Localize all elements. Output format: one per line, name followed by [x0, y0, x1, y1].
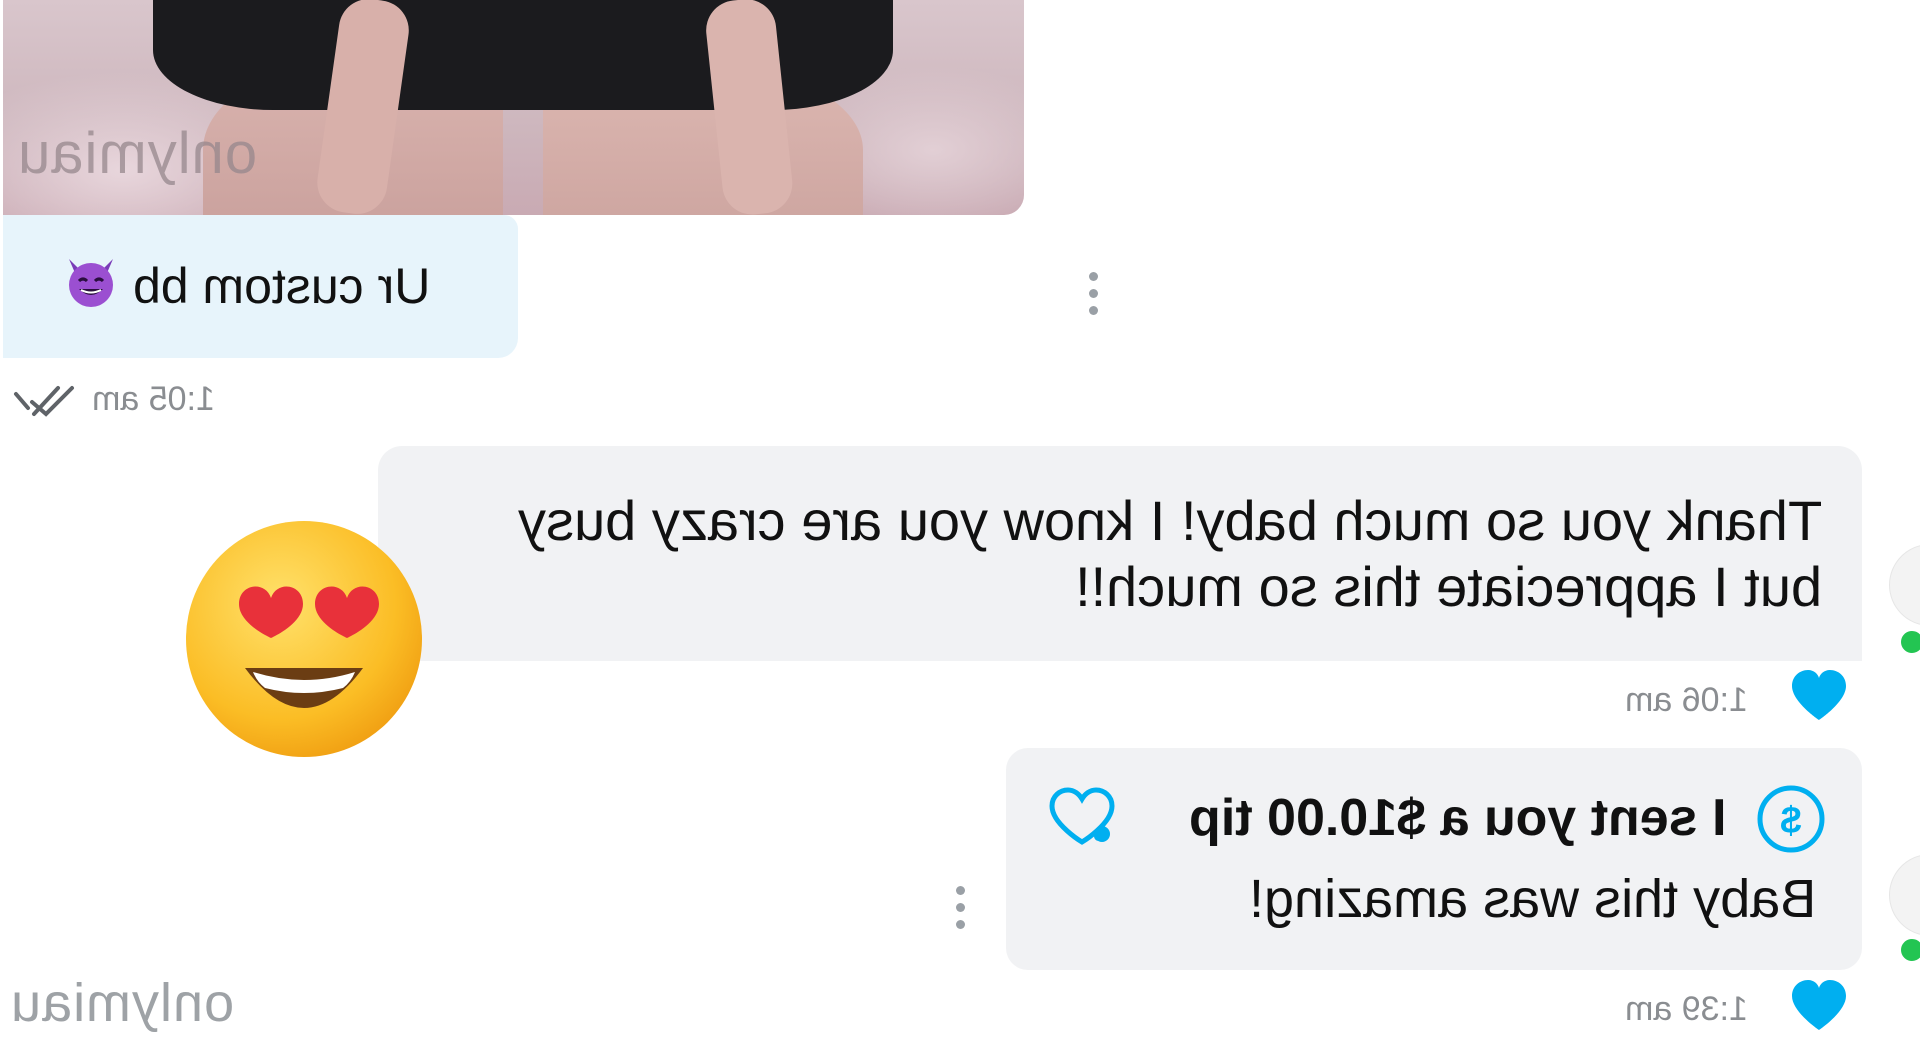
dot	[955, 920, 965, 929]
watermark: onlymiau	[10, 973, 235, 1033]
photo-watermark: onlymiau	[17, 121, 258, 186]
avatar[interactable]	[1890, 855, 1920, 935]
dollar-icon: $	[1757, 785, 1825, 853]
incoming-message-text: Ur custom bb	[133, 258, 431, 314]
message-options-button[interactable]	[1087, 272, 1099, 316]
online-status-dot	[1898, 628, 1920, 656]
photo-attachment[interactable]: onlymiau	[3, 0, 1024, 215]
incoming-timestamp: 1:05 am	[92, 380, 215, 418]
dot	[1088, 272, 1098, 281]
tip-message-text: Baby this was amazing!	[1248, 869, 1816, 929]
svg-text:$: $	[1780, 800, 1801, 842]
dot	[955, 903, 965, 912]
tip-message-bubble[interactable]: I sent you a $10.00 tip $ Baby this was …	[1006, 748, 1862, 970]
outgoing-message-bubble[interactable]: Thank you so much baby! I know you are c…	[378, 446, 1862, 661]
outgoing-timestamp: 1:39 am	[1625, 990, 1748, 1028]
incoming-message-bubble[interactable]: Ur custom bb	[3, 215, 518, 358]
online-status-dot	[1898, 936, 1920, 964]
heart-eyes-emoji-icon	[186, 521, 422, 757]
tip-text: I sent you a $10.00 tip	[1189, 789, 1727, 847]
double-check-icon	[14, 386, 74, 417]
dot	[1088, 306, 1098, 315]
outgoing-message-line: Thank you so much baby! I know you are c…	[517, 489, 1822, 552]
heart-icon[interactable]	[1790, 980, 1848, 1032]
heart-outline-icon[interactable]	[1046, 786, 1118, 848]
dot	[1088, 289, 1098, 298]
avatar[interactable]	[1890, 545, 1920, 625]
heart-icon[interactable]	[1790, 670, 1848, 722]
outgoing-message-line: but I appreciate this so much!!	[1074, 555, 1822, 618]
message-options-button[interactable]	[954, 886, 966, 930]
smiling-devil-emoji-icon	[69, 259, 113, 307]
outgoing-timestamp: 1:06 am	[1625, 681, 1748, 719]
chat-screen: onlymiau Ur custom bb 1:05 am Thank you …	[0, 0, 1920, 1046]
dot	[955, 886, 965, 895]
